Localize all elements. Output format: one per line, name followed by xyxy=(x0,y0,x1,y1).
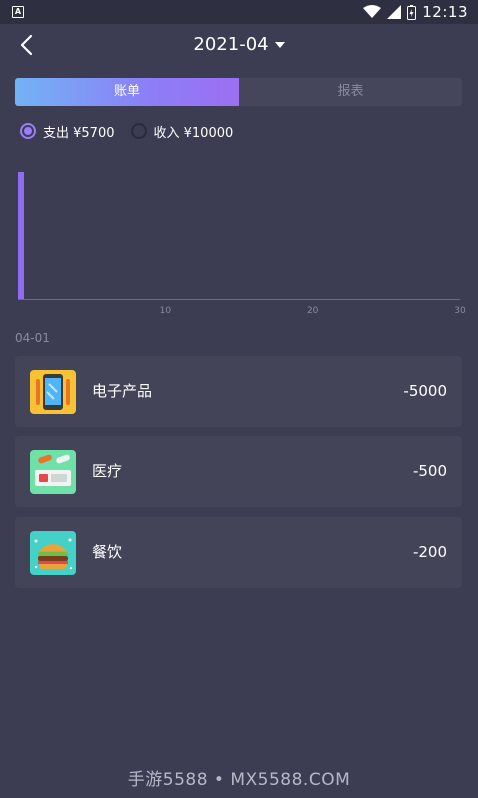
caret-down-icon xyxy=(274,42,285,48)
radio-unchecked-icon[interactable] xyxy=(130,123,147,139)
filter-expense-label: 支出 ¥5700 xyxy=(43,125,115,141)
notification-icon: A xyxy=(12,6,24,18)
status-icons: 12:13 xyxy=(363,2,468,22)
filter-expense[interactable]: 支出 ¥5700 xyxy=(20,122,115,141)
record-item[interactable]: 电子产品 -5000 xyxy=(15,356,462,427)
month-selector[interactable]: 2021-04 xyxy=(0,34,478,55)
medicine-icon xyxy=(30,450,76,494)
record-category: 医疗 xyxy=(92,462,123,480)
x-tick-label: 30 xyxy=(454,306,466,316)
month-label: 2021-04 xyxy=(193,34,269,55)
filter-income[interactable]: 收入 ¥10000 xyxy=(130,122,234,141)
tab-report[interactable]: 报表 xyxy=(239,78,462,106)
tab-bill[interactable]: 账单 xyxy=(15,78,239,106)
record-amount: -500 xyxy=(412,462,447,480)
tab-bar: 账单 报表 xyxy=(15,78,462,106)
date-label: 04-01 xyxy=(15,331,50,345)
x-tick-label: 20 xyxy=(307,306,319,316)
status-bar: A 12:13 xyxy=(0,0,478,24)
signal-icon xyxy=(387,5,402,19)
x-tick-label: 10 xyxy=(160,306,172,316)
watermark: 手游5588 • MX5588.COM xyxy=(127,770,351,790)
radio-checked-icon[interactable] xyxy=(20,123,36,139)
phone-icon xyxy=(30,370,76,414)
filter-income-label: 收入 ¥10000 xyxy=(153,125,234,141)
clock: 12:13 xyxy=(422,3,468,21)
record-amount: -200 xyxy=(412,543,447,561)
record-category: 餐饮 xyxy=(92,543,123,561)
wifi-icon xyxy=(363,5,382,18)
type-filter: 支出 ¥5700 收入 ¥10000 xyxy=(20,120,249,142)
burger-icon xyxy=(30,531,76,575)
header: 2021-04 xyxy=(0,24,478,72)
chart-bar xyxy=(18,172,24,299)
battery-icon xyxy=(407,4,417,20)
record-category: 电子产品 xyxy=(92,382,153,400)
expense-chart: 10 20 30 xyxy=(18,172,466,316)
record-amount: -5000 xyxy=(403,382,447,400)
record-item[interactable]: 餐饮 -200 xyxy=(15,517,462,588)
record-item[interactable]: 医疗 -500 xyxy=(15,436,462,507)
